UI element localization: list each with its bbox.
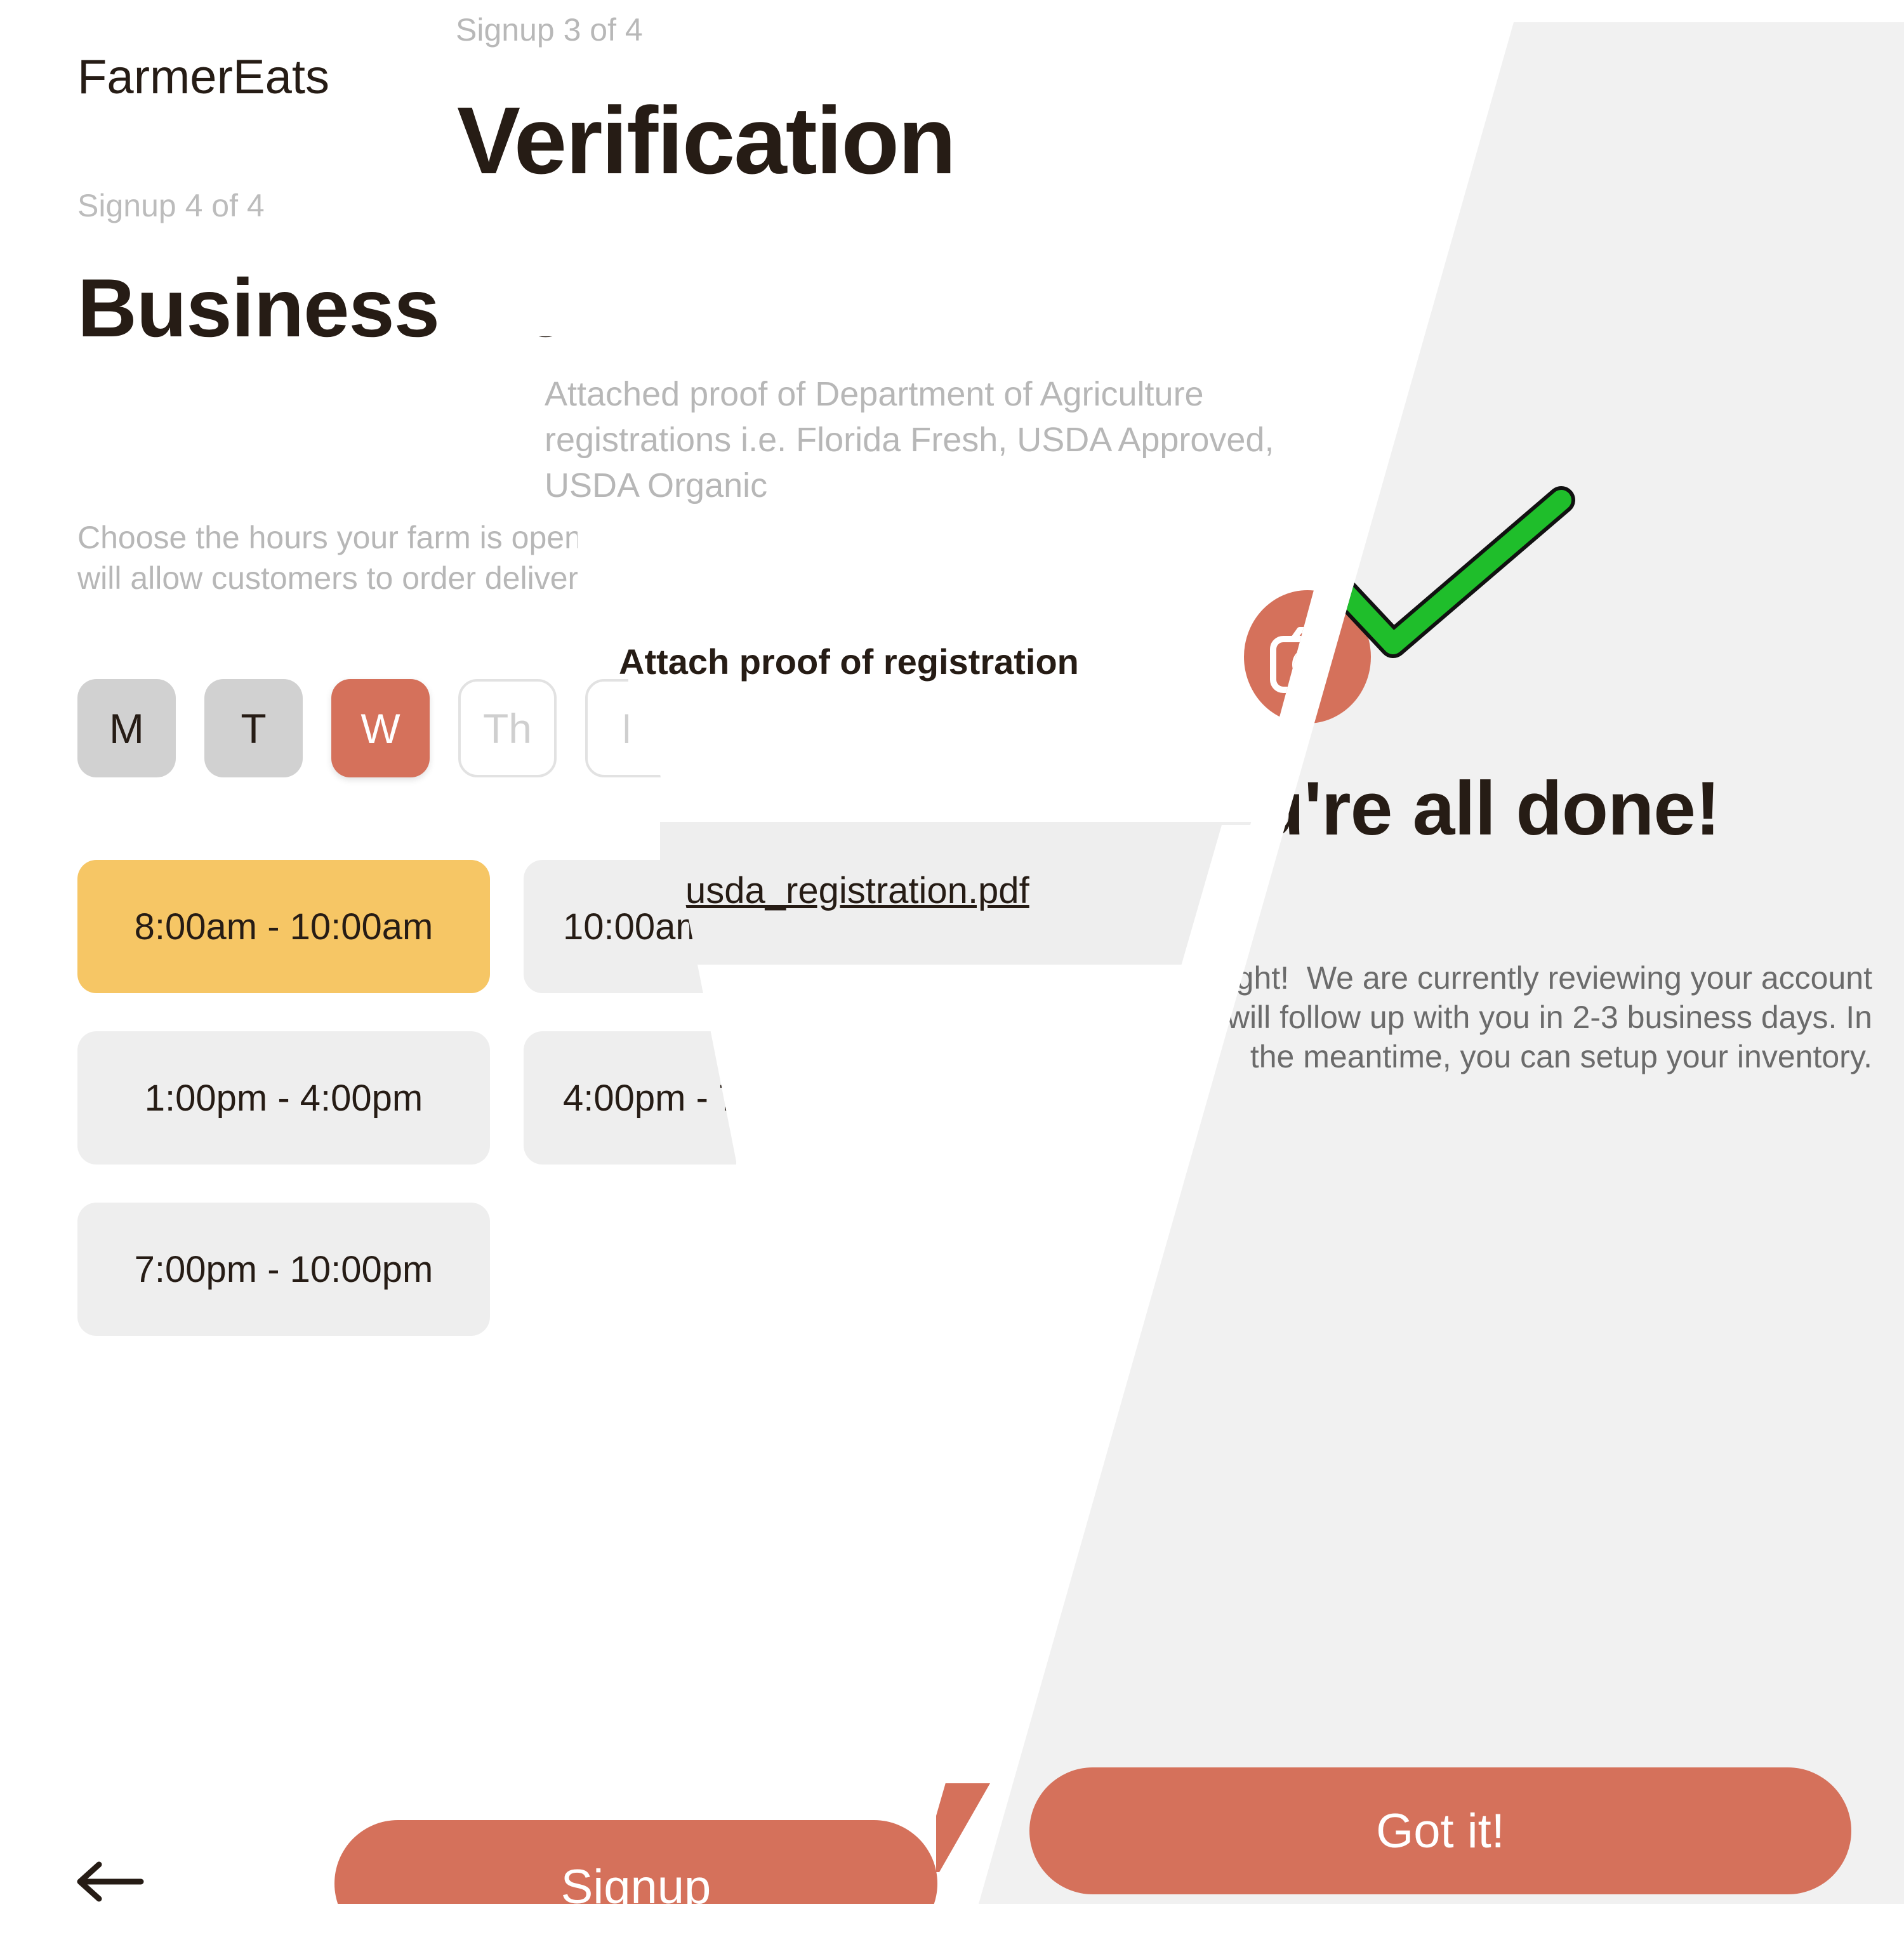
day-tuesday[interactable]: T — [204, 679, 303, 777]
app-brand: FarmerEats — [77, 50, 329, 104]
day-wednesday[interactable]: W — [331, 679, 430, 777]
signup-button[interactable]: Signup — [334, 1820, 937, 1904]
time-slot[interactable]: 8:00am - 10:00am — [77, 860, 490, 993]
arrow-left-icon[interactable] — [75, 1859, 145, 1904]
verification-step-label: Signup 3 of 4 — [456, 12, 643, 48]
attached-file-link[interactable]: usda_registration.pdf — [685, 869, 1029, 912]
got-it-button[interactable]: Got it! — [1029, 1767, 1851, 1894]
time-slot[interactable]: 1:00pm - 4:00pm — [77, 1031, 490, 1165]
hours-step-label: Signup 4 of 4 — [77, 188, 265, 223]
day-thursday[interactable]: Th — [458, 679, 557, 777]
verification-description: Attached proof of Department of Agricult… — [545, 375, 1274, 505]
check-icon — [1333, 486, 1575, 658]
day-monday[interactable]: M — [77, 679, 176, 777]
time-slot[interactable]: 7:00pm - 10:00pm — [77, 1203, 490, 1336]
attach-proof-label: Attach proof of registration — [619, 642, 1079, 682]
verification-title: Verification — [457, 87, 956, 194]
done-description: Hang tight! We are currently reviewing y… — [1135, 960, 1872, 1074]
